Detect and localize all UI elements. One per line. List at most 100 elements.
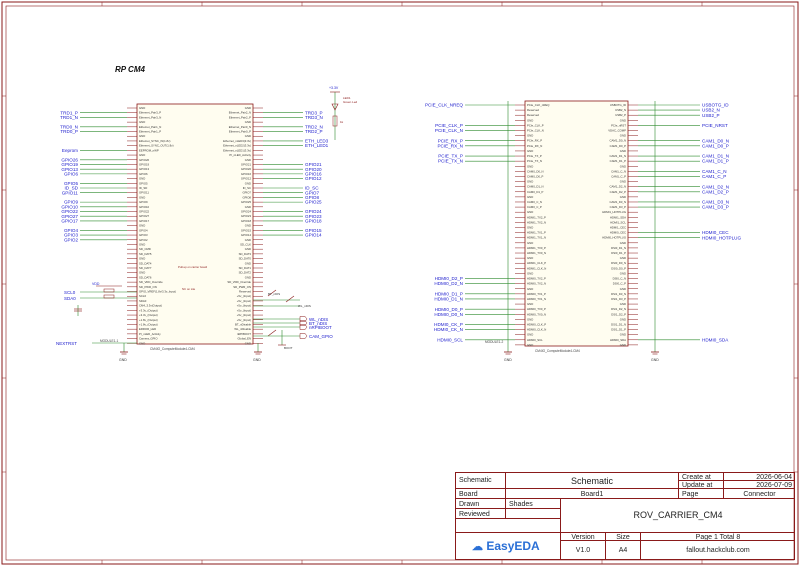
pin-name: GND [527, 134, 533, 138]
pin-name: HDMI1_TX0_P [527, 246, 546, 250]
pin-name: +5v_(Input) [237, 294, 251, 298]
pin-name: CAM1_D1_N [610, 154, 626, 158]
net-label: PCIE_TX_N [438, 159, 463, 164]
pin-name: CAM1_D1_P [610, 159, 626, 163]
pin-name: ID_SC [243, 186, 251, 190]
pin-name: CAM1_C_N [611, 169, 626, 173]
pin-name: GND [245, 181, 251, 185]
net-label: GPIO14 [305, 233, 322, 238]
gnd-label-right-module-right: GND [651, 358, 659, 362]
net-label: GPIO6 [64, 171, 78, 176]
pin-name: GPIO7 [242, 191, 251, 195]
pin-name: SD_DAT4 [139, 261, 152, 265]
net-label: CAM1_D2_P [702, 189, 729, 194]
pin-name: PI_nLED_Activity [229, 153, 251, 157]
net-label: TRD3_N [305, 115, 323, 120]
pin-name: ID_SD [139, 186, 147, 190]
pin-name: HDMI0_TX1_P [527, 292, 546, 296]
tb-pages: Page 1 Total 8 [641, 533, 795, 541]
pin-name: CAM1_D0_N [610, 139, 626, 143]
pin-name: SD_VDD_Override [139, 280, 163, 284]
left-module-ref: MODULE1-1 [100, 339, 118, 343]
net-label: GPIO25 [305, 200, 322, 205]
pin-name: SD_DAT2 [239, 271, 252, 275]
tb-version-label: Version [561, 533, 606, 541]
pin-name: GND [527, 149, 533, 153]
net-label: PCIE_CLK_NREQ [425, 103, 463, 108]
pin-name: GND [139, 242, 145, 246]
pin-name: USB2_P [615, 113, 626, 117]
tb-page-value: Connector [724, 489, 795, 499]
net-label: PCIE_NRST [702, 123, 728, 128]
pin-name: GPIO16 [241, 172, 252, 176]
pin-name: GND [245, 247, 251, 251]
pin-name: DSI0_C_N [613, 277, 626, 281]
pin-name: CAM1_C_P [611, 174, 626, 178]
net-label: CAM1_D3_P [702, 205, 729, 210]
pin-name: PCIe_CLK_N [527, 129, 544, 133]
pin-name: GND [620, 343, 626, 347]
pin-name: HDMI1_HOTPLUG [602, 210, 626, 214]
pin-name: HDMI1_TX2_N [527, 220, 546, 224]
gnd-label-left: GND [119, 358, 127, 362]
pin-name: GPIO6 [139, 172, 148, 176]
pin-name: GND [527, 287, 533, 291]
pin-name: SD_PWR_ON [233, 285, 251, 289]
net-label: TRD1_N [60, 115, 78, 120]
pin-name: GND [527, 333, 533, 337]
pin-name: nRPIBOOT [237, 332, 251, 336]
pin-name: GPIO12 [241, 177, 252, 181]
pin-name: HDMI0_TX0_N [527, 312, 546, 316]
pin-name: GND [527, 118, 533, 122]
pin-name: GND [139, 195, 145, 199]
pin-name: PCIe_TX_N [527, 159, 542, 163]
pin-name: GND [527, 180, 533, 184]
pin-name: GND [139, 106, 145, 110]
pin-name: +3.3v_(Output) [139, 313, 158, 317]
pin-name: Ethernet_SYNC_IN(1.8v) [139, 139, 170, 143]
net-label: HDMI0_D1_N [434, 297, 463, 302]
pin-name: PCIe_RX_P [527, 139, 542, 143]
pin-name: Ethernet_Pair1_P [139, 130, 161, 134]
pin-name: GND [245, 261, 251, 265]
pin-name: PCIe_nRST [611, 123, 626, 127]
cam-net-label: CAM_GPIO [309, 334, 333, 339]
pin-name: GND [245, 158, 251, 162]
tb-site: fallout.hackclub.com [686, 547, 750, 554]
led-value: Green Led [343, 100, 358, 104]
pin-name: GND [620, 271, 626, 275]
tb-create-label: Create at [679, 473, 724, 481]
pin-name: GPIO3 [139, 233, 148, 237]
pin-name: Ethernet_Pair0_N [229, 125, 251, 129]
tb-board-value: Board1 [506, 489, 679, 499]
pin-name: SD_DAT0 [239, 257, 252, 261]
net-label: Eeprom [62, 148, 78, 153]
pin-name: Reserved [527, 108, 539, 112]
pin-name: GND [139, 134, 145, 138]
pin-name: SD_DAT1 [239, 266, 252, 270]
pin-name: CAM0_D0_P [527, 174, 543, 178]
pin-name: GND [620, 241, 626, 245]
pin-name: HDMI1_TX0_N [527, 251, 546, 255]
pin-name: Global_EN [237, 337, 251, 341]
scl-net-label: SCL0 [64, 290, 76, 295]
pin-name: GND [139, 177, 145, 181]
pin-name: GND [527, 241, 533, 245]
pin-name: +5v_(Input) [237, 308, 251, 312]
pin-name: GPIO4 [139, 228, 148, 232]
boot-switch [267, 329, 277, 337]
pin-name: GND [245, 120, 251, 124]
pin-name: CM4_3.3v(Output) [139, 304, 162, 308]
tb-drawn-label: Drawn [456, 499, 506, 509]
schematic-sheet: RP CM4 GND Ethernet_Pair3_P Ethernet_Pair3… [0, 0, 800, 566]
tb-size-value: A4 [606, 541, 641, 560]
pin-name: SDA0 [139, 299, 147, 303]
pin-name: CAM1_D2_N [610, 185, 626, 189]
pin-name: DSI0_D1_P [611, 251, 626, 255]
pin-name: GND [620, 134, 626, 138]
pin-name: HDMI1_CLK_P [527, 261, 546, 265]
net-label: GPIO17 [61, 219, 78, 224]
pin-name: PCIe_CLK_nREQ [527, 103, 550, 107]
pin-name: HDMI0_CLK_N [527, 328, 546, 332]
pin-name: Reserved [527, 113, 539, 117]
